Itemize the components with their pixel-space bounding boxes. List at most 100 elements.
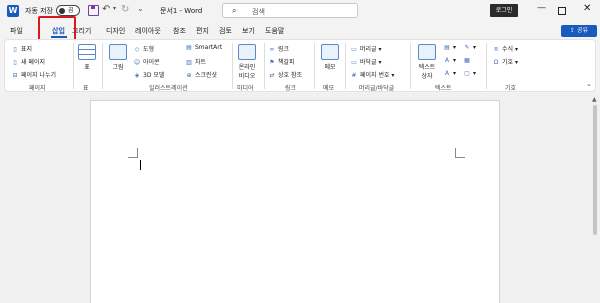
group-divider bbox=[314, 43, 315, 89]
drop-cap-icon[interactable]: A ▾ bbox=[443, 70, 456, 77]
3d-models-label: 3D 모델 bbox=[143, 72, 165, 79]
share-label: 공유 bbox=[576, 27, 588, 34]
group-divider bbox=[73, 43, 74, 89]
online-video-label-1: 온라인 bbox=[238, 64, 256, 71]
object-icon[interactable]: ▢ ▾ bbox=[463, 70, 476, 77]
footer-button[interactable]: ▭ 바닥글 ▾ bbox=[350, 57, 381, 66]
cover-page-icon: ▯ bbox=[13, 46, 17, 53]
tab-layout[interactable]: 레이아웃 bbox=[135, 26, 161, 36]
chart-icon: ▥ bbox=[186, 59, 192, 66]
equation-label: 수식 bbox=[502, 46, 514, 53]
picture-button[interactable]: 그림 bbox=[108, 44, 128, 71]
redo-icon[interactable]: ↻ bbox=[121, 4, 129, 15]
smartart-button[interactable]: ▤ SmartArt bbox=[185, 44, 222, 51]
cover-page-label: 표지 bbox=[21, 46, 33, 53]
shapes-button[interactable]: ◇ 도형 bbox=[133, 44, 154, 53]
quick-parts-icon[interactable]: ▤ ▾ bbox=[443, 44, 456, 51]
chart-button[interactable]: ▥ 차트 bbox=[185, 57, 206, 66]
comment-icon bbox=[321, 44, 339, 60]
group-divider bbox=[264, 43, 265, 89]
icons-icon: ☺ bbox=[133, 59, 141, 66]
share-button[interactable]: ⇪ 공유 bbox=[561, 25, 597, 37]
scroll-thumb[interactable] bbox=[593, 105, 597, 235]
comments-group-label: 메모 bbox=[323, 85, 335, 92]
cover-page-button[interactable]: ▯ 표지 bbox=[11, 44, 32, 53]
autosave-toggle[interactable]: 끔 bbox=[56, 5, 80, 16]
header-button[interactable]: ▭ 머리글 ▾ bbox=[350, 44, 381, 53]
cross-reference-icon: ⇄ bbox=[269, 72, 275, 79]
close-icon[interactable]: ✕ bbox=[583, 3, 591, 14]
online-video-button[interactable]: 온라인 비디오 bbox=[235, 44, 259, 80]
tab-references[interactable]: 참조 bbox=[173, 26, 186, 36]
title-bar: W 자동 저장 끔 ↶ ▾ ↻ ⌄ 문서1 - Word ⌕ 검색 로그인 — … bbox=[0, 0, 600, 22]
date-time-icon[interactable]: ▦ bbox=[463, 57, 473, 64]
pi-icon: π bbox=[494, 46, 498, 53]
cross-reference-button[interactable]: ⇄ 상호 참조 bbox=[268, 70, 302, 79]
pages-group-label: 페이지 bbox=[29, 85, 46, 92]
maximize-icon[interactable] bbox=[558, 7, 566, 15]
screenshot-button[interactable]: ⊕ 스크린샷 bbox=[185, 70, 217, 79]
tab-design[interactable]: 디자인 bbox=[106, 26, 125, 36]
customize-qat-icon[interactable]: ⌄ bbox=[137, 4, 144, 13]
scroll-up-icon[interactable]: ▲ bbox=[592, 96, 597, 103]
table-group-label: 표 bbox=[83, 85, 89, 92]
text-box-label-1: 텍스트 bbox=[418, 64, 436, 71]
media-group-label: 미디어 bbox=[237, 85, 254, 92]
footer-icon: ▭ bbox=[351, 59, 357, 66]
login-button[interactable]: 로그인 bbox=[490, 4, 518, 17]
omega-icon: Ω bbox=[493, 59, 499, 66]
document-page[interactable] bbox=[90, 100, 500, 303]
toggle-knob-icon bbox=[59, 8, 65, 14]
smartart-icon: ▤ bbox=[186, 44, 192, 51]
picture-label: 그림 bbox=[112, 64, 124, 71]
search-icon: ⌕ bbox=[232, 6, 237, 15]
shapes-icon: ◇ bbox=[134, 46, 140, 53]
links-group-label: 링크 bbox=[285, 85, 297, 92]
group-divider bbox=[486, 43, 487, 89]
search-placeholder: 검색 bbox=[252, 8, 265, 16]
ribbon: ▯ 표지 ▯ 새 페이지 ⊟ 페이지 나누기 페이지 표 표 그림 ◇ 도형 ☺ 아이콘 … bbox=[4, 39, 596, 92]
3d-models-button[interactable]: ◈ 3D 모델 bbox=[133, 70, 165, 79]
collapse-ribbon-icon[interactable]: ⌄ bbox=[586, 80, 592, 88]
symbol-button[interactable]: Ω 기호 ▾ bbox=[492, 57, 518, 66]
autosave-label: 자동 저장 bbox=[25, 7, 53, 15]
search-box[interactable]: ⌕ 검색 bbox=[222, 3, 358, 18]
wordart-icon[interactable]: A ▾ bbox=[443, 57, 456, 64]
chart-label: 차트 bbox=[195, 59, 207, 66]
tab-review[interactable]: 검토 bbox=[219, 26, 232, 36]
undo-dropdown-icon[interactable]: ▾ bbox=[113, 5, 116, 12]
tab-help[interactable]: 도움말 bbox=[265, 26, 284, 36]
word-logo-icon: W bbox=[7, 5, 19, 17]
equation-button[interactable]: π 수식 ▾ bbox=[492, 44, 518, 53]
autosave-state: 끔 bbox=[68, 7, 74, 14]
screenshot-label: 스크린샷 bbox=[195, 72, 218, 79]
bookmark-label: 책갈피 bbox=[278, 59, 295, 66]
document-title: 문서1 - Word bbox=[160, 7, 203, 15]
text-box-button[interactable]: 텍스트 상자 bbox=[415, 44, 439, 80]
save-icon[interactable] bbox=[88, 5, 99, 16]
online-video-label-2: 비디오 bbox=[238, 73, 256, 80]
online-video-icon bbox=[238, 44, 256, 60]
ribbon-tabs: 파일 삽입 그리기 디자인 레이아웃 참조 편지 검토 보기 도움말 bbox=[0, 22, 600, 39]
blank-page-button[interactable]: ▯ 새 페이지 bbox=[11, 57, 45, 66]
text-box-label-2: 상자 bbox=[421, 73, 433, 80]
cross-reference-label: 상호 참조 bbox=[278, 72, 302, 79]
tab-mailings[interactable]: 편지 bbox=[196, 26, 209, 36]
minimize-icon[interactable]: — bbox=[537, 3, 546, 13]
page-number-button[interactable]: # 페이지 번호 ▾ bbox=[350, 70, 394, 79]
table-button[interactable]: 표 bbox=[78, 44, 96, 71]
undo-icon[interactable]: ↶ bbox=[102, 4, 110, 15]
comment-button[interactable]: 메모 bbox=[319, 44, 341, 71]
group-divider bbox=[410, 43, 411, 89]
icons-button[interactable]: ☺ 아이콘 bbox=[133, 57, 160, 66]
bookmark-button[interactable]: ⚑ 책갈피 bbox=[268, 57, 295, 66]
signature-line-icon[interactable]: ✎ ▾ bbox=[463, 44, 476, 51]
table-label: 표 bbox=[84, 64, 90, 71]
page-break-button[interactable]: ⊟ 페이지 나누기 bbox=[11, 70, 56, 79]
3d-model-icon: ◈ bbox=[134, 72, 140, 79]
link-button[interactable]: ∞ 링크 bbox=[268, 44, 290, 53]
tab-file[interactable]: 파일 bbox=[10, 26, 23, 36]
blank-page-icon: ▯ bbox=[13, 59, 17, 66]
tab-view[interactable]: 보기 bbox=[242, 26, 255, 36]
margin-corner-mark bbox=[455, 148, 465, 158]
